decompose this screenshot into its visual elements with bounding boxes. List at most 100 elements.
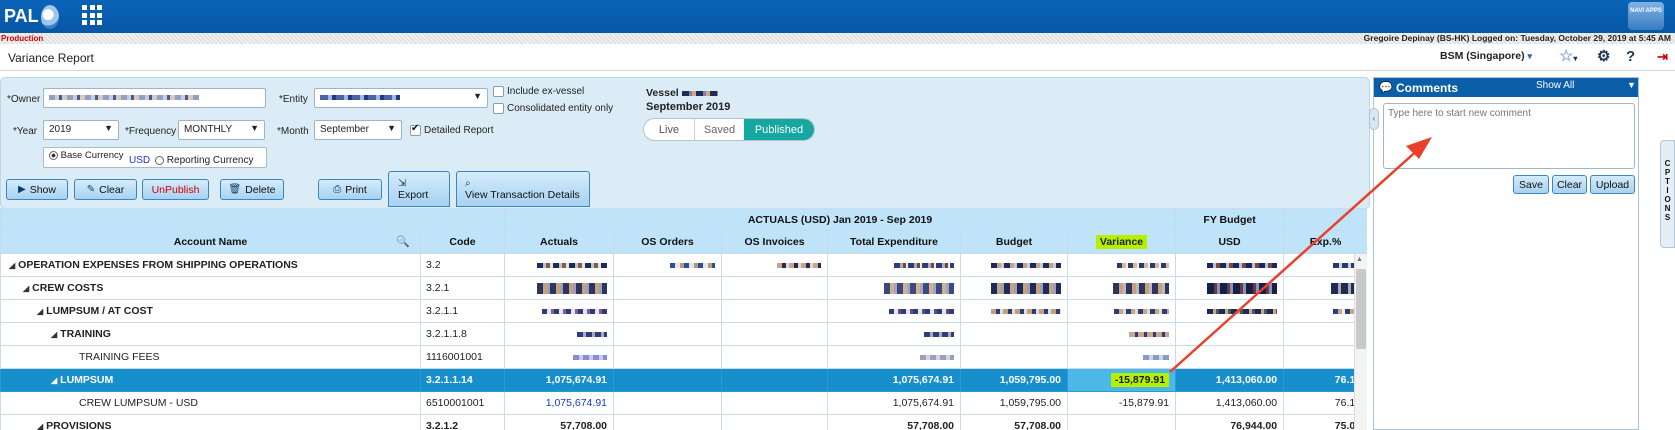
user-login-info: Gregoire Depinay (BS-HK) Logged on: Tues… <box>1363 33 1671 43</box>
variance-table: ACTUALS (USD) Jan 2019 - Sep 2019 FY Bud… <box>0 208 1367 430</box>
header-spacer <box>0 208 505 231</box>
comment-save-button[interactable]: Save <box>1513 175 1549 194</box>
logout-icon[interactable]: ⇥ <box>1657 48 1668 66</box>
detailed-report-checkbox[interactable] <box>410 123 421 136</box>
collapse-panel-icon[interactable]: ‹ <box>1369 108 1379 130</box>
year-label: *Year <box>13 126 38 137</box>
star-icon[interactable]: ☆▾ <box>1559 48 1577 66</box>
environment-label: Production <box>1 34 44 43</box>
col-account-name[interactable]: Account Name 🔍 <box>0 230 421 254</box>
include-ex-vessel[interactable]: Include ex-vessel <box>493 86 584 97</box>
export-button[interactable]: ⇲ Export <box>388 171 450 207</box>
side-tab-letters: CPTIONS <box>1664 159 1671 222</box>
comments-header: 💬 Comments Show All ▼ <box>1374 78 1638 97</box>
delete-button[interactable]: 🗑 Delete <box>220 179 284 200</box>
col-total-expenditure[interactable]: Total Expenditure <box>827 230 961 254</box>
col-os-invoices[interactable]: OS Invoices <box>721 230 828 254</box>
show-all-select[interactable]: Show All <box>1536 80 1574 91</box>
chevron-down-icon: ▼ <box>104 123 113 133</box>
company-selector[interactable]: BSM (Singapore) ▾ <box>1440 50 1532 62</box>
col-os-orders[interactable]: OS Orders <box>613 230 722 254</box>
include-ex-vessel-checkbox[interactable] <box>493 86 504 97</box>
tree-expand-icon[interactable]: ◢ <box>9 261 15 270</box>
top-bar <box>0 0 1675 33</box>
app-logo[interactable]: PAL <box>4 3 59 30</box>
navi-apps-logo[interactable]: NAVI APPS <box>1628 2 1664 30</box>
status-live[interactable]: Live <box>644 119 694 140</box>
app-grid-icon[interactable] <box>82 5 102 25</box>
globe-icon <box>40 4 59 29</box>
printer-icon: ⎙ <box>333 184 342 195</box>
print-button[interactable]: ⎙ Print <box>318 179 382 200</box>
entity-select[interactable]: ▼ <box>314 88 488 108</box>
radio-selected-icon <box>49 150 58 160</box>
trash-icon: 🗑 <box>228 184 242 195</box>
col-code[interactable]: Code <box>420 230 505 254</box>
table-row[interactable]: ◢ LUMPSUM / AT COST 3.2.1.1 <box>0 299 1367 323</box>
frequency-label: *Frequency <box>125 126 177 137</box>
vessel-period: September 2019 <box>646 101 731 113</box>
paperclip-icon: ⌕ <box>465 177 471 189</box>
reporting-currency-radio[interactable]: Reporting Currency <box>155 155 254 166</box>
month-label: *Month <box>277 126 309 137</box>
options-side-tab[interactable]: CPTIONS <box>1660 140 1675 248</box>
entity-label: *Entity <box>279 94 308 105</box>
radio-unselected-icon <box>155 155 164 165</box>
consolidated-entity[interactable]: Consolidated entity only <box>493 103 613 114</box>
broom-icon: ✎ <box>86 184 96 195</box>
table-row[interactable]: ◢ TRAINING 3.2.1.1.8 <box>0 322 1367 346</box>
tree-expand-icon[interactable]: ◢ <box>37 422 43 430</box>
clear-button[interactable]: ✎ Clear <box>74 179 137 200</box>
chevron-down-icon[interactable]: ▼ <box>1627 80 1636 90</box>
gear-icon[interactable]: ⚙ <box>1597 48 1610 66</box>
actuals-link[interactable]: 1,075,674.91 <box>546 397 607 409</box>
table-row[interactable]: ◢ PROVISIONS 3.2.1.2 57,708.00 57,708.00 … <box>0 414 1367 430</box>
play-icon: ▶ <box>18 184 26 195</box>
frequency-select[interactable]: MONTHLY ▼ <box>178 120 265 140</box>
comment-upload-button[interactable]: Upload <box>1590 175 1635 194</box>
unpublish-button[interactable]: UnPublish <box>142 179 209 200</box>
page-title: Variance Report <box>8 51 94 65</box>
detailed-report[interactable]: Detailed Report <box>410 123 493 136</box>
owner-input[interactable] <box>43 88 266 108</box>
page-header <box>0 44 1675 71</box>
scroll-up-icon[interactable]: ▲ <box>1356 256 1363 263</box>
col-actuals[interactable]: Actuals <box>504 230 614 254</box>
col-exp-pct[interactable]: Exp.% <box>1283 230 1367 254</box>
variance-highlight: -15,879.91 <box>1110 373 1170 387</box>
col-usd[interactable]: USD <box>1175 230 1285 254</box>
export-icon: ⇲ <box>398 177 407 189</box>
base-currency-radio[interactable]: Base Currency <box>49 150 123 161</box>
comment-clear-button[interactable]: Clear <box>1552 175 1587 194</box>
tree-expand-icon[interactable]: ◢ <box>51 376 57 385</box>
col-budget[interactable]: Budget <box>960 230 1068 254</box>
table-row[interactable]: CREW LUMPSUM - USD 6510001001 1,075,674.… <box>0 391 1367 415</box>
help-icon[interactable]: ? <box>1626 48 1635 66</box>
tree-expand-icon[interactable]: ◢ <box>51 330 57 339</box>
chevron-down-icon: ▼ <box>473 91 482 101</box>
scrollbar-thumb[interactable] <box>1356 269 1366 349</box>
consolidated-checkbox[interactable] <box>493 103 504 114</box>
table-row[interactable]: ◢ OPERATION EXPENSES FROM SHIPPING OPERAT… <box>0 253 1367 277</box>
month-select[interactable]: September ▼ <box>314 120 402 140</box>
year-select[interactable]: 2019 ▼ <box>43 120 119 140</box>
tree-expand-icon[interactable]: ◢ <box>23 284 29 293</box>
view-transaction-details-button[interactable]: ⌕ View Transaction Details <box>456 171 590 207</box>
owner-label: *Owner <box>7 94 41 105</box>
comment-textarea[interactable]: Type here to start new comment <box>1383 103 1635 169</box>
search-icon[interactable]: 🔍 <box>396 235 410 248</box>
table-row-selected[interactable]: ◢ LUMPSUM 3.2.1.1.14 1,075,674.91 1,075,6… <box>0 368 1367 392</box>
show-button[interactable]: ▶ Show <box>6 179 68 200</box>
table-row[interactable]: TRAINING FEES 1116001001 <box>0 345 1367 369</box>
table-row[interactable]: ◢ CREW COSTS 3.2.1 <box>0 276 1367 300</box>
comment-bubble-icon: 💬 <box>1379 82 1393 94</box>
base-currency-value: USD <box>129 155 151 166</box>
chevron-down-icon: ▼ <box>387 123 396 133</box>
tree-expand-icon[interactable]: ◢ <box>37 307 43 316</box>
status-saved[interactable]: Saved <box>694 119 744 140</box>
status-published[interactable]: Published <box>744 119 814 140</box>
comments-title: Comments <box>1396 81 1459 95</box>
col-variance[interactable]: Variance <box>1066 230 1177 254</box>
chevron-down-icon: ▼ <box>250 123 259 133</box>
header-spacer-2 <box>1283 208 1367 231</box>
